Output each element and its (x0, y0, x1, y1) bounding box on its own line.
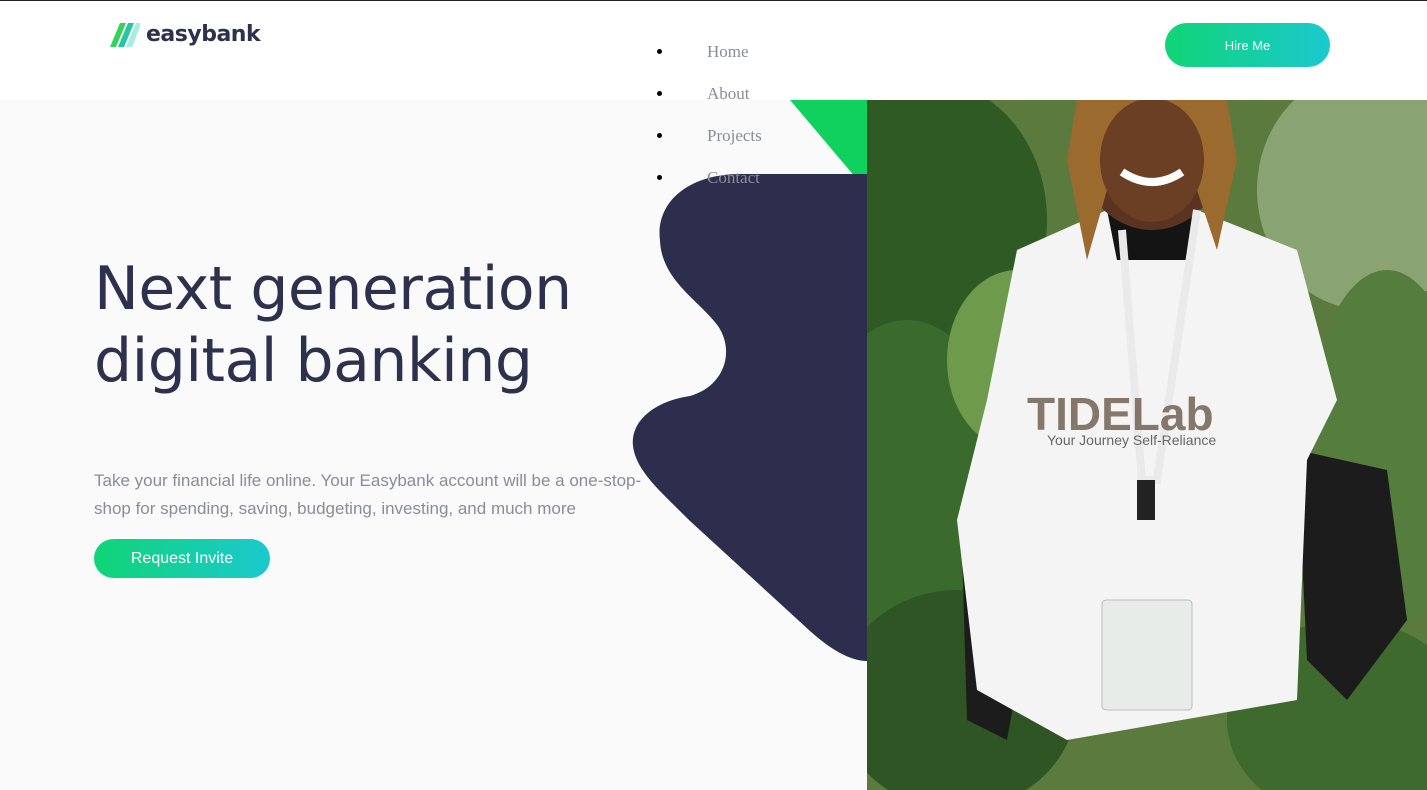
hero-title-line1: Next generation (94, 254, 572, 324)
hero-description: Take your financial life online. Your Ea… (94, 471, 642, 518)
nav-item-home: Home (655, 31, 762, 73)
hero-title-line2: digital banking (94, 326, 533, 396)
hero-photo: TIDELab Your Journey Self-Reliance (867, 100, 1427, 790)
hero-title: Next generation digital banking (94, 253, 654, 397)
nav-link-projects[interactable]: Projects (707, 126, 762, 145)
nav-link-home[interactable]: Home (707, 42, 749, 61)
dark-blob (632, 174, 867, 661)
logo-icon (110, 22, 140, 47)
shirt-subtext: Your Journey Self-Reliance (1047, 432, 1216, 448)
bullet-icon (657, 49, 662, 54)
main-nav: Home About Projects Contact (655, 31, 762, 199)
request-invite-button[interactable]: Request Invite (94, 539, 270, 578)
nav-item-projects: Projects (655, 115, 762, 157)
bullet-icon (657, 133, 662, 138)
nav-item-about: About (655, 73, 762, 115)
nav-link-contact[interactable]: Contact (707, 168, 760, 187)
bullet-icon (657, 175, 662, 180)
hire-me-button[interactable]: Hire Me (1165, 23, 1330, 67)
bullet-icon (657, 91, 662, 96)
nav-item-contact: Contact (655, 157, 762, 199)
logo-text: easybank (146, 22, 261, 47)
nav-link-about[interactable]: About (707, 84, 750, 103)
logo[interactable]: easybank (110, 22, 261, 47)
